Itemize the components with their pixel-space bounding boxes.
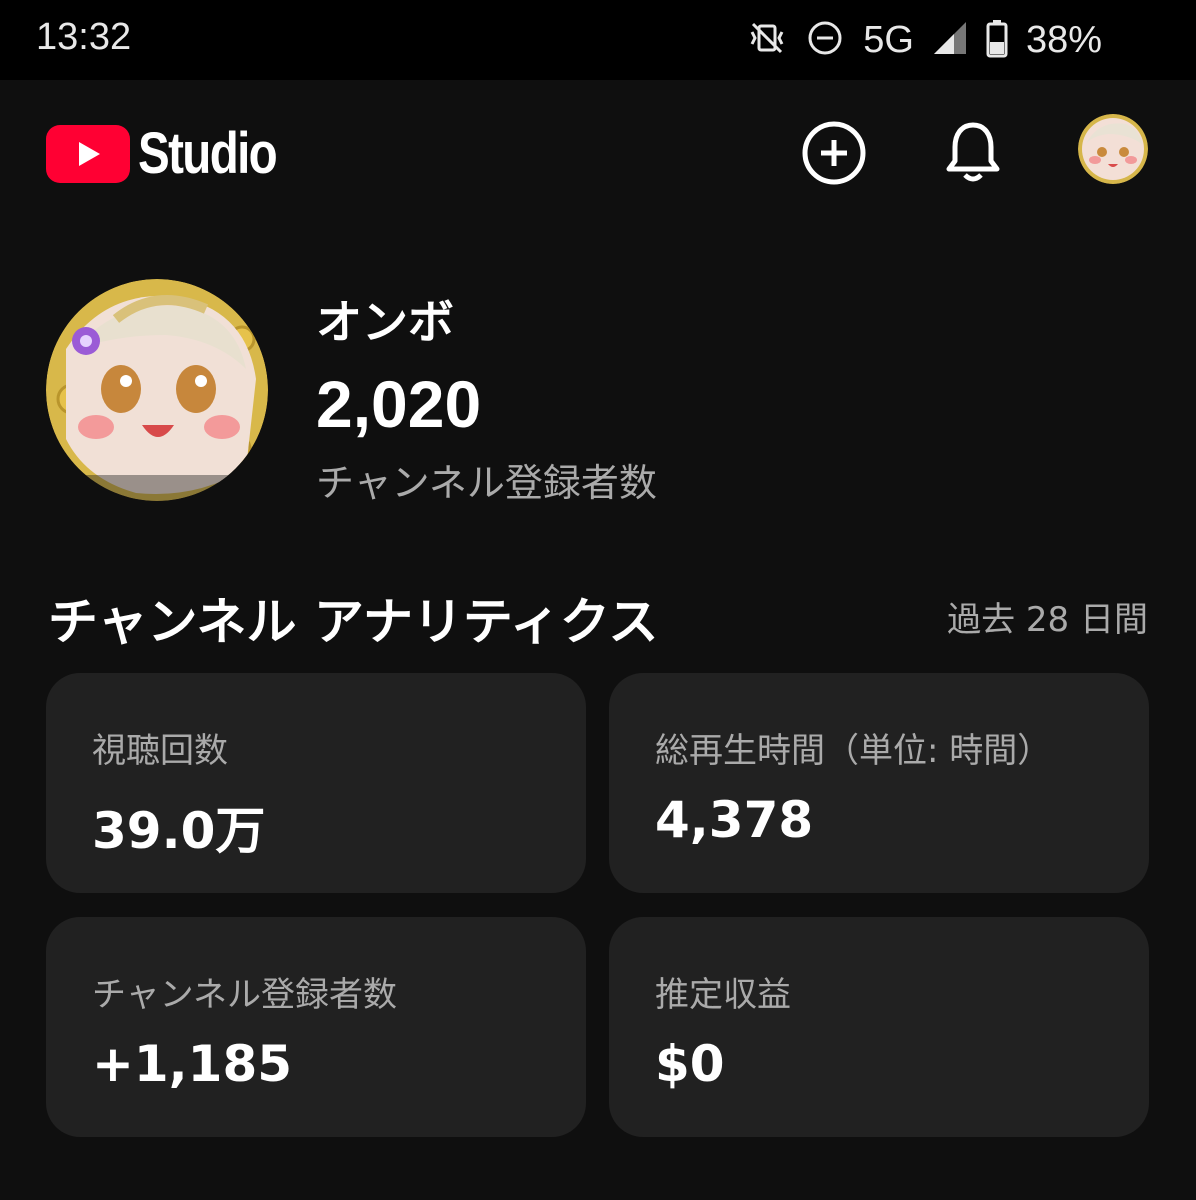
- studio-logo[interactable]: Studio: [46, 120, 306, 187]
- metric-label: チャンネル登録者数: [92, 975, 397, 1015]
- do-not-disturb-icon: [805, 18, 845, 62]
- create-button[interactable]: [799, 120, 869, 190]
- youtube-play-icon: [46, 124, 130, 183]
- metric-card-revenue[interactable]: 推定収益 $0: [609, 917, 1149, 1137]
- status-icons: 5G 38%: [747, 14, 1102, 66]
- status-bar: 13:32 5G 38%: [0, 0, 1196, 80]
- metric-label: 推定収益: [655, 975, 791, 1015]
- logo-text: Studio: [138, 121, 278, 186]
- metric-value: +1,185: [92, 1035, 293, 1093]
- metric-card-watch-time[interactable]: 総再生時間（単位: 時間） 4,378: [609, 673, 1149, 893]
- signal-icon: [932, 20, 968, 60]
- notification-bell-icon: [941, 119, 1005, 191]
- account-avatar[interactable]: [1078, 114, 1148, 184]
- metric-value: 39.0万: [92, 802, 266, 860]
- battery-level: 38%: [1025, 18, 1102, 61]
- metric-label: 視聴回数: [92, 731, 228, 771]
- subscriber-label: チャンネル登録者数: [316, 461, 657, 505]
- metric-label: 総再生時間（単位: 時間）: [655, 731, 1052, 771]
- status-time: 13:32: [36, 16, 132, 58]
- notifications-button[interactable]: [938, 120, 1008, 190]
- app-header: Studio: [0, 80, 1196, 225]
- subscriber-count: 2,020: [316, 367, 482, 441]
- battery-icon: [986, 18, 1008, 62]
- metric-value: $0: [655, 1035, 725, 1093]
- channel-name: オンボ: [316, 295, 454, 349]
- channel-avatar[interactable]: [46, 279, 268, 501]
- analytics-title: チャンネル アナリティクス: [48, 593, 659, 651]
- create-plus-icon: [800, 119, 868, 191]
- metric-value: 4,378: [655, 791, 814, 849]
- metric-card-subscribers[interactable]: チャンネル登録者数 +1,185: [46, 917, 586, 1137]
- network-label: 5G: [863, 18, 914, 61]
- metric-card-views[interactable]: 視聴回数 39.0万: [46, 673, 586, 893]
- vibrate-off-icon: [747, 18, 787, 62]
- analytics-period: 過去 28 日間: [947, 600, 1148, 640]
